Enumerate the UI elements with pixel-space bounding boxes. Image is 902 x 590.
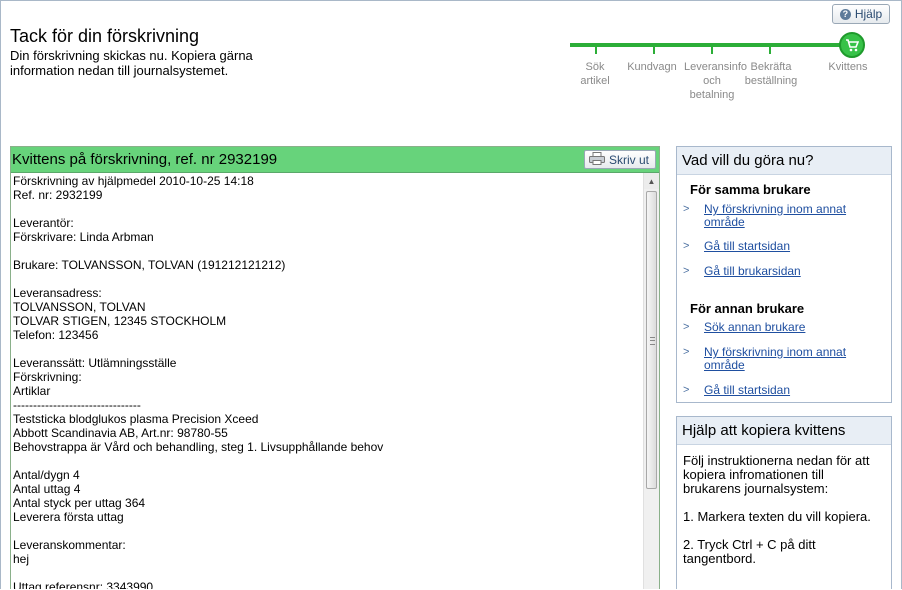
link-startpage-other[interactable]: > Gå till startsidan [683, 384, 883, 397]
receipt-line: TOLVANSSON, TOLVAN [13, 300, 146, 314]
receipt-line: Förskrivare: Linda Arbman [13, 230, 154, 244]
receipt-line [13, 454, 643, 468]
receipt-line: TOLVAR STIGEN, 12345 STOCKHOLM [13, 314, 227, 328]
progress-tick [769, 46, 771, 54]
other-user-heading: För annan brukare [690, 301, 805, 316]
progress-tick [653, 46, 655, 54]
receipt-line: Förskrivning av hjälpmedel 2010-10-25 14… [13, 174, 254, 188]
help-button-label: Hjälp [854, 7, 883, 21]
copy-help-paragraph: 2. Tryck Ctrl + C på ditt tangentbord. [683, 537, 816, 566]
copy-help-box: Hjälp att kopiera kvittens Följ instrukt… [676, 416, 892, 589]
arrow-icon: > [683, 265, 690, 277]
progress-tick [595, 46, 597, 54]
receipt-line [13, 524, 643, 538]
scroll-up-icon[interactable]: ▲ [644, 173, 659, 189]
arrow-icon: > [683, 321, 690, 333]
arrow-icon: > [683, 240, 690, 252]
progress-step-delivery: Leveransinfo och betalning [684, 61, 747, 101]
link-startpage-same[interactable]: > Gå till startsidan [683, 240, 883, 253]
copy-help-text: Följ instruktionerna nedan för att kopie… [683, 454, 883, 580]
copy-help-paragraph: Följ instruktionerna nedan för att kopie… [683, 453, 870, 496]
receipt-line [13, 566, 643, 580]
receipt-scrollbar[interactable]: ▲ [643, 173, 659, 589]
page-frame: Tack för din förskrivning Din förskrivni… [0, 0, 902, 589]
copy-help-title: Hjälp att kopiera kvittens [677, 417, 891, 445]
link-new-prescription-same[interactable]: > Ny förskrivning inom annat område [683, 203, 883, 229]
receipt-line [13, 244, 643, 258]
progress-step-confirm: Bekräfta beställning [744, 61, 798, 87]
receipt-line [13, 202, 643, 216]
receipt-line: Förskrivning: [13, 370, 82, 384]
receipt-line: Uttag referensnr: 3343990 [13, 580, 154, 589]
print-button-label: Skriv ut [608, 152, 649, 167]
arrow-icon: > [683, 346, 690, 358]
receipt-line [13, 272, 643, 286]
receipt-line: Leverera första uttag [13, 510, 124, 524]
receipt-line: Brukare: TOLVANSSON, TOLVAN (19121212121… [13, 258, 286, 272]
next-actions-box: Vad vill du göra nu? För samma brukare >… [676, 146, 892, 403]
help-button[interactable]: ? Hjälp [832, 4, 890, 24]
help-icon: ? [839, 8, 851, 20]
link-search-other-user[interactable]: > Sök annan brukare [683, 321, 883, 334]
scrollbar-thumb[interactable] [646, 191, 657, 489]
cart-icon [839, 32, 865, 58]
same-user-heading: För samma brukare [690, 182, 811, 197]
receipt-line: Behovstrappa är Vård och behandling, ste… [13, 440, 384, 454]
receipt-line: Telefon: 123456 [13, 328, 99, 342]
receipt-line: Ref. nr: 2932199 [13, 188, 103, 202]
receipt-line: Antal styck per uttag 364 [13, 496, 146, 510]
receipt-line: Leveranssätt: Utlämningsställe [13, 356, 177, 370]
arrow-icon: > [683, 203, 690, 215]
page-title: Tack för din förskrivning [10, 26, 200, 46]
link-new-prescription-other[interactable]: > Ny förskrivning inom annat område [683, 346, 883, 372]
receipt-line: Teststicka blodglukos plasma Precision X… [13, 412, 259, 426]
progress-step-receipt: Kvittens [828, 61, 868, 73]
next-actions-title: Vad vill du göra nu? [677, 147, 891, 175]
page-subtitle: Din förskrivning skickas nu. Kopiera gär… [10, 48, 253, 78]
receipt-line: Abbott Scandinavia AB, Art.nr: 98780-55 [13, 426, 228, 440]
receipt-line [13, 342, 643, 356]
receipt-title: Kvittens på förskrivning, ref. nr 293219… [12, 151, 278, 168]
receipt-panel: Kvittens på förskrivning, ref. nr 293219… [10, 146, 660, 589]
progress-tick [711, 46, 713, 54]
receipt-line: -------------------------------- [13, 398, 141, 412]
receipt-line: Antal/dygn 4 [13, 468, 80, 482]
receipt-line: Leverantör: [13, 216, 74, 230]
printer-icon [588, 151, 605, 168]
receipt-text[interactable]: Förskrivning av hjälpmedel 2010-10-25 14… [11, 173, 643, 589]
receipt-line: Leveransadress: [13, 286, 102, 300]
copy-help-paragraph: 1. Markera texten du vill kopiera. [683, 509, 871, 524]
receipt-line: Artiklar [13, 384, 51, 398]
progress-step-search: Sök artikel [580, 61, 610, 87]
receipt-header: Kvittens på förskrivning, ref. nr 293219… [11, 147, 659, 173]
receipt-line: Antal uttag 4 [13, 482, 81, 496]
arrow-icon: > [683, 384, 690, 396]
receipt-line: Leveranskommentar: [13, 538, 126, 552]
print-button[interactable]: Skriv ut [583, 150, 656, 169]
receipt-line: hej [13, 552, 30, 566]
progress-step-cart: Kundvagn [627, 61, 677, 73]
link-user-page[interactable]: > Gå till brukarsidan [683, 265, 883, 278]
